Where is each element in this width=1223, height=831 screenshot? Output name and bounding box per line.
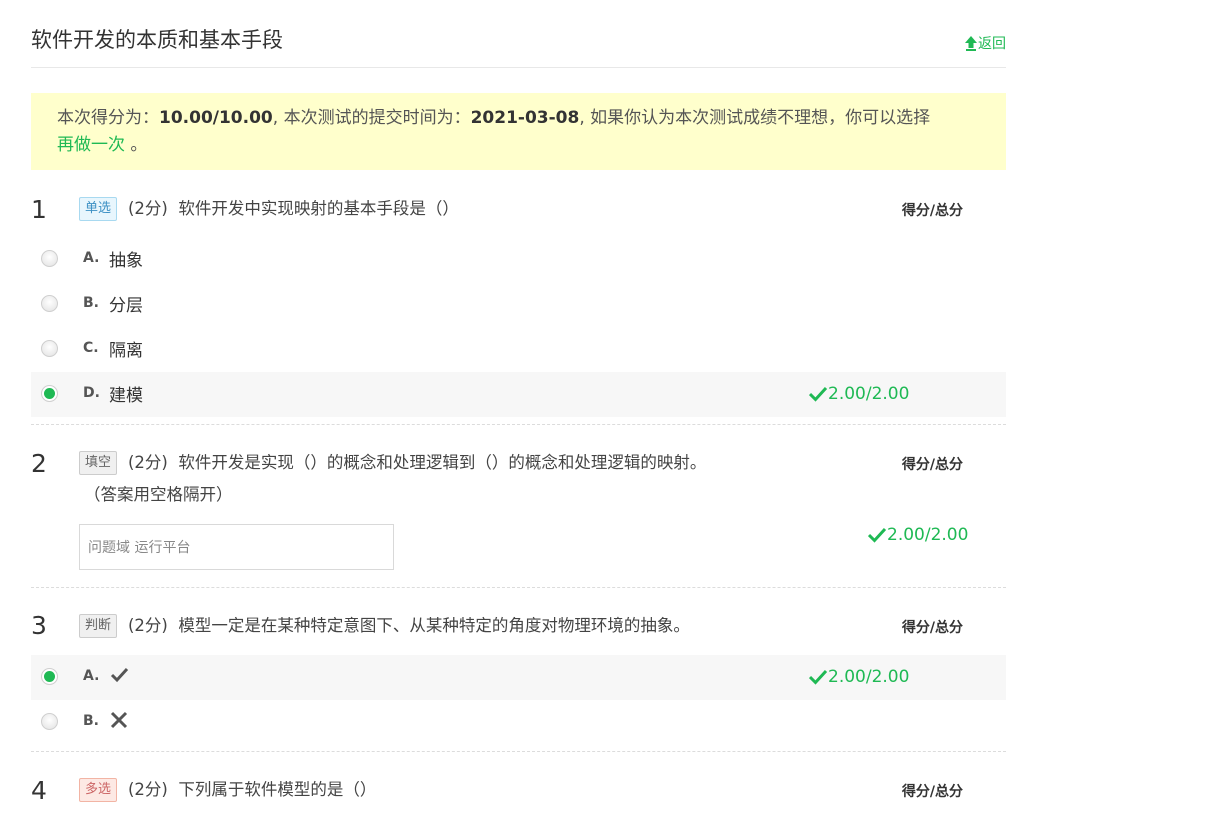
question-text: (2分) 下列属于软件模型的是（） — [128, 774, 376, 806]
option-b[interactable]: B. 分层 — [31, 282, 1006, 327]
question-divider — [31, 424, 1006, 425]
question-divider — [31, 751, 1006, 752]
score-notice: 本次得分为：10.00/10.00, 本次测试的提交时间为：2021-03-08… — [31, 93, 1006, 170]
page-header: 软件开发的本质和基本手段 返回 — [31, 0, 1006, 68]
option-text: 分层 — [109, 296, 143, 316]
radio-button[interactable] — [41, 250, 58, 267]
question-number: 4 — [31, 776, 47, 805]
notice-mid: , 本次测试的提交时间为： — [272, 108, 471, 128]
option-letter: C. — [83, 340, 99, 356]
question-text: (2分) 软件开发是实现（）的概念和处理逻辑到（）的概念和处理逻辑的映射。 — [128, 447, 706, 479]
option-c[interactable]: C. 隔离 — [31, 327, 1006, 372]
main-content: 软件开发的本质和基本手段 返回 本次得分为：10.00/10.00, 本次测试的… — [31, 0, 1006, 805]
score-header: 得分/总分 — [901, 457, 963, 473]
question-body: 模型一定是在某种特定意图下、从某种特定的角度对物理环境的抽象。 — [178, 616, 690, 635]
option-letter: A. — [83, 250, 100, 266]
check-icon — [809, 386, 827, 402]
question-body: 软件开发是实现（）的概念和处理逻辑到（）的概念和处理逻辑的映射。 — [178, 453, 707, 472]
answer-field[interactable]: 问题域 运行平台 — [79, 524, 394, 570]
option-false[interactable]: B. — [31, 700, 1006, 745]
question-type-badge: 单选 — [79, 197, 118, 221]
question-body: 软件开发中实现映射的基本手段是（） — [178, 199, 459, 218]
question-body: 下列属于软件模型的是（） — [178, 780, 377, 799]
check-icon — [868, 527, 886, 543]
question-divider — [31, 587, 1006, 588]
question-text: (2分) 模型一定是在某种特定意图下、从某种特定的角度对物理环境的抽象。 — [128, 610, 690, 642]
option-text: 抽象 — [109, 251, 143, 271]
option-d[interactable]: D. 建模 2.00/2.00 — [31, 372, 1006, 417]
question-number: 2 — [31, 449, 47, 478]
question-points: (2分) — [128, 780, 168, 799]
score-value: 2.00/2.00 — [887, 525, 969, 545]
option-letter: A. — [83, 668, 100, 684]
score-header: 得分/总分 — [901, 620, 963, 636]
option-text: 建模 — [109, 386, 143, 406]
question-type-badge: 多选 — [79, 778, 118, 802]
question-number: 1 — [31, 195, 47, 224]
option-true[interactable]: A. 2.00/2.00 — [31, 655, 1006, 700]
submit-date: 2021-03-08 — [470, 108, 580, 128]
cross-icon — [110, 711, 128, 729]
option-text: 隔离 — [109, 341, 143, 361]
question-score: 2.00/2.00 — [809, 667, 909, 687]
question-score: 2.00/2.00 — [868, 525, 968, 545]
option-letter: B. — [83, 713, 99, 729]
radio-button[interactable] — [41, 713, 58, 730]
question-points: (2分) — [128, 453, 168, 472]
question-points: (2分) — [128, 199, 168, 218]
question-type-badge: 填空 — [79, 451, 118, 475]
radio-button[interactable] — [41, 295, 58, 312]
radio-button[interactable] — [41, 340, 58, 357]
radio-button-checked[interactable] — [41, 385, 58, 402]
question-score: 2.00/2.00 — [809, 384, 909, 404]
score-header: 得分/总分 — [901, 784, 963, 800]
redo-link[interactable]: 再做一次 — [57, 135, 125, 155]
question-number: 3 — [31, 611, 47, 640]
back-label: 返回 — [978, 36, 1006, 52]
option-a[interactable]: A. 抽象 — [31, 237, 1006, 282]
question-note: （答案用空格隔开） — [84, 485, 233, 504]
question-type-badge: 判断 — [79, 614, 118, 638]
back-link[interactable]: 返回 — [965, 33, 1006, 53]
notice-end: 。 — [125, 135, 148, 155]
total-score: 10.00/10.00 — [159, 108, 273, 128]
score-value: 2.00/2.00 — [828, 667, 910, 687]
score-value: 2.00/2.00 — [828, 384, 910, 404]
option-letter: D. — [83, 385, 100, 401]
question-text: (2分) 软件开发中实现映射的基本手段是（） — [128, 193, 459, 225]
arrow-up-icon — [965, 35, 977, 51]
notice-suffix: , 如果你认为本次测试成绩不理想，你可以选择 — [579, 108, 931, 128]
radio-button-checked[interactable] — [41, 668, 58, 685]
check-icon — [809, 669, 827, 685]
score-header: 得分/总分 — [901, 203, 963, 219]
option-letter: B. — [83, 295, 99, 311]
check-icon — [110, 667, 129, 683]
notice-prefix: 本次得分为： — [57, 108, 159, 128]
question-points: (2分) — [128, 616, 168, 635]
page-title: 软件开发的本质和基本手段 — [31, 28, 283, 52]
